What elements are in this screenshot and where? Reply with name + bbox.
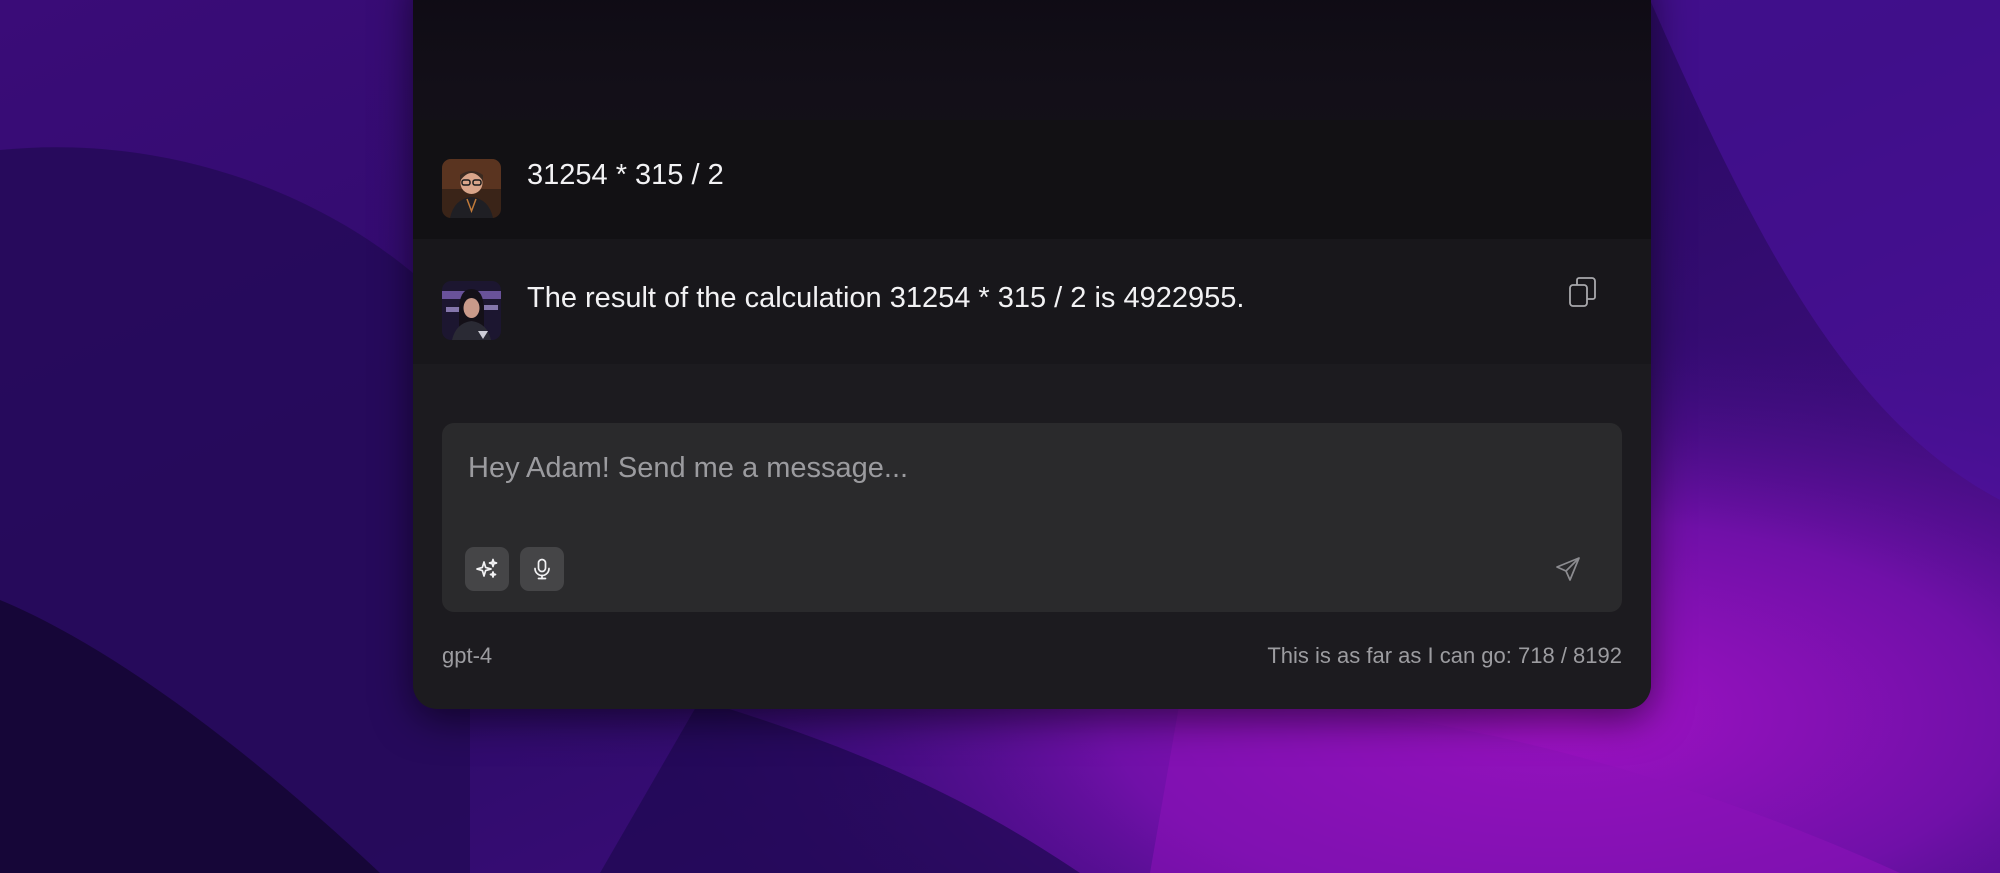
send-icon[interactable]	[1550, 551, 1586, 587]
copy-icon[interactable]	[1565, 274, 1601, 310]
chat-window: 31254 * 315 / 2 The result of the calcul…	[413, 0, 1651, 709]
assistant-message-text: The result of the calculation 31254 * 31…	[527, 282, 1245, 314]
message-composer	[442, 423, 1622, 612]
message-input[interactable]	[466, 443, 1600, 493]
user-message: 31254 * 315 / 2	[413, 120, 1651, 239]
token-usage-status: This is as far as I can go: 718 / 8192	[1267, 643, 1622, 668]
sparkles-icon[interactable]	[465, 547, 509, 591]
model-label: gpt-4	[442, 643, 493, 668]
microphone-icon[interactable]	[520, 547, 564, 591]
assistant-avatar	[442, 281, 501, 340]
user-avatar	[442, 159, 501, 218]
user-message-text: 31254 * 315 / 2	[527, 159, 724, 191]
assistant-message: The result of the calculation 31254 * 31…	[413, 239, 1651, 364]
